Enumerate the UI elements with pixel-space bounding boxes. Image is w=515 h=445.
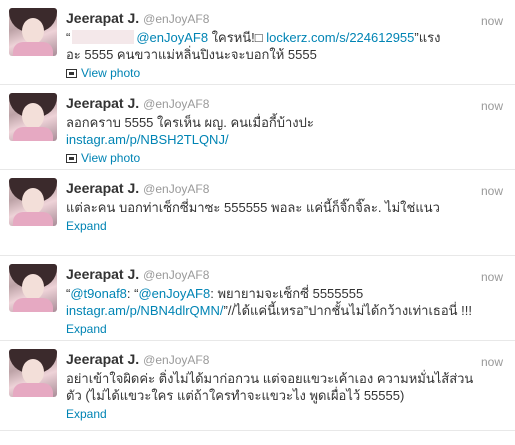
tweet-time[interactable]: now bbox=[481, 355, 503, 369]
tweet-text: “@t9onaf8: “@enJoyAF8: พยายามจะเซ็กซี่ 5… bbox=[66, 285, 505, 319]
tweet-feed: Jeerapat J. @enJoyAF8 now “ @enJoyAF8 ใครห… bbox=[0, 0, 515, 445]
avatar[interactable] bbox=[9, 178, 57, 226]
tweet-text-segment: อย่าเข้าใจผิดค่ะ ติ่งไม่ได้มาก่อกวน แต่จ… bbox=[66, 371, 474, 386]
tweet-text: แต่ละคน บอกท่าเซ็กซี่มาซะ 555555 พอละ แค… bbox=[66, 199, 505, 216]
url-link[interactable]: lockerz.com/s/224612955 bbox=[266, 30, 414, 45]
tweet-text-segment: : พยายามจะเซ็กซี่ 5555555 bbox=[210, 286, 364, 301]
view-photo-link[interactable]: View photo bbox=[66, 150, 505, 166]
user-name[interactable]: Jeerapat J. bbox=[66, 266, 139, 282]
url-link[interactable]: instagr.am/p/NBN4dlrQMN/ bbox=[66, 303, 224, 318]
expand-label: Expand bbox=[66, 322, 107, 336]
view-photo-label: View photo bbox=[81, 151, 141, 165]
tweet-text-segment: ลอกคราบ 5555 ใครเห็น ผญ. คนเมื่อกี้บ้างป… bbox=[66, 115, 314, 130]
tweet-item[interactable]: Jeerapat J. @enJoyAF8 now แต่ละคน บอกท่าเ… bbox=[0, 170, 515, 256]
avatar[interactable] bbox=[9, 349, 57, 397]
user-name[interactable]: Jeerapat J. bbox=[66, 351, 139, 367]
avatar[interactable] bbox=[9, 93, 57, 141]
url-link[interactable]: instagr.am/p/NBSH2TLQNJ/ bbox=[66, 132, 229, 147]
tweet-text-segment: : “ bbox=[126, 286, 139, 301]
expand-label: Expand bbox=[66, 219, 107, 233]
tweet-item[interactable]: Jeerapat J. @enJoyAF8 now ลอกคราบ 5555 ใค… bbox=[0, 85, 515, 170]
user-name[interactable]: Jeerapat J. bbox=[66, 10, 139, 26]
tweet-item[interactable]: Jeerapat J. @enJoyAF8 now “@t9onaf8: “@en… bbox=[0, 256, 515, 341]
tweet-text: “ @enJoyAF8 ใครหนี!□ lockerz.com/s/224612… bbox=[66, 29, 505, 63]
expand-label: Expand bbox=[66, 407, 107, 421]
tweet-text-segment: ตัว (ไม่ได้แขวะใคร แต่ถ้าใครทำจะแขวะไง พ… bbox=[66, 388, 405, 403]
photo-icon bbox=[66, 68, 77, 78]
tweet-text-segment: อะ 5555 คนขวาแม่หลิ่นปิงนะจะบอกให้ 5555 bbox=[66, 47, 317, 62]
tweet-text-segment: ”//ได้แค่นี้เหรอ”ปากชั้นไม่ได้กว้างเท่าเ… bbox=[223, 303, 473, 318]
mention-link[interactable]: @enJoyAF8 bbox=[136, 30, 208, 45]
avatar[interactable] bbox=[9, 8, 57, 56]
tweet-time[interactable]: now bbox=[481, 270, 503, 284]
tweet-time[interactable]: now bbox=[481, 184, 503, 198]
user-name[interactable]: Jeerapat J. bbox=[66, 95, 139, 111]
tweet-time[interactable]: now bbox=[481, 14, 503, 28]
expand-link[interactable]: Expand bbox=[66, 218, 505, 234]
redacted-text bbox=[72, 30, 135, 44]
view-photo-link[interactable]: View photo bbox=[66, 65, 505, 81]
user-handle[interactable]: @enJoyAF8 bbox=[143, 12, 209, 26]
tweet-text-segment: ใครหนี!□ bbox=[208, 30, 267, 45]
tweet-text: ลอกคราบ 5555 ใครเห็น ผญ. คนเมื่อกี้บ้างป… bbox=[66, 114, 505, 148]
avatar[interactable] bbox=[9, 264, 57, 312]
tweet-text-segment: แต่ละคน บอกท่าเซ็กซี่มาซะ 555555 พอละ แค… bbox=[66, 200, 440, 215]
tweet-time[interactable]: now bbox=[481, 99, 503, 113]
tweet-header: Jeerapat J. @enJoyAF8 bbox=[66, 178, 505, 198]
tweet-header: Jeerapat J. @enJoyAF8 bbox=[66, 264, 505, 284]
tweet-header: Jeerapat J. @enJoyAF8 bbox=[66, 349, 505, 369]
mention-link[interactable]: @enJoyAF8 bbox=[138, 286, 210, 301]
user-handle[interactable]: @enJoyAF8 bbox=[143, 268, 209, 282]
user-name[interactable]: Jeerapat J. bbox=[66, 180, 139, 196]
view-photo-label: View photo bbox=[81, 66, 141, 80]
tweet-header: Jeerapat J. @enJoyAF8 bbox=[66, 93, 505, 113]
tweet-text-segment: ”แรง bbox=[414, 30, 441, 45]
user-handle[interactable]: @enJoyAF8 bbox=[143, 97, 209, 111]
tweet-item[interactable]: Jeerapat J. @enJoyAF8 now อย่าเข้าใจผิดค่… bbox=[0, 341, 515, 431]
mention-link[interactable]: @t9onaf8 bbox=[70, 286, 127, 301]
expand-link[interactable]: Expand bbox=[66, 321, 505, 337]
quote-open: “ bbox=[66, 30, 71, 45]
tweet-header: Jeerapat J. @enJoyAF8 bbox=[66, 8, 505, 28]
user-handle[interactable]: @enJoyAF8 bbox=[143, 353, 209, 367]
expand-link[interactable]: Expand bbox=[66, 406, 505, 422]
tweet-item[interactable]: Jeerapat J. @enJoyAF8 now “ @enJoyAF8 ใครห… bbox=[0, 0, 515, 85]
user-handle[interactable]: @enJoyAF8 bbox=[143, 182, 209, 196]
tweet-text: อย่าเข้าใจผิดค่ะ ติ่งไม่ได้มาก่อกวน แต่จ… bbox=[66, 370, 505, 404]
photo-icon bbox=[66, 153, 77, 163]
